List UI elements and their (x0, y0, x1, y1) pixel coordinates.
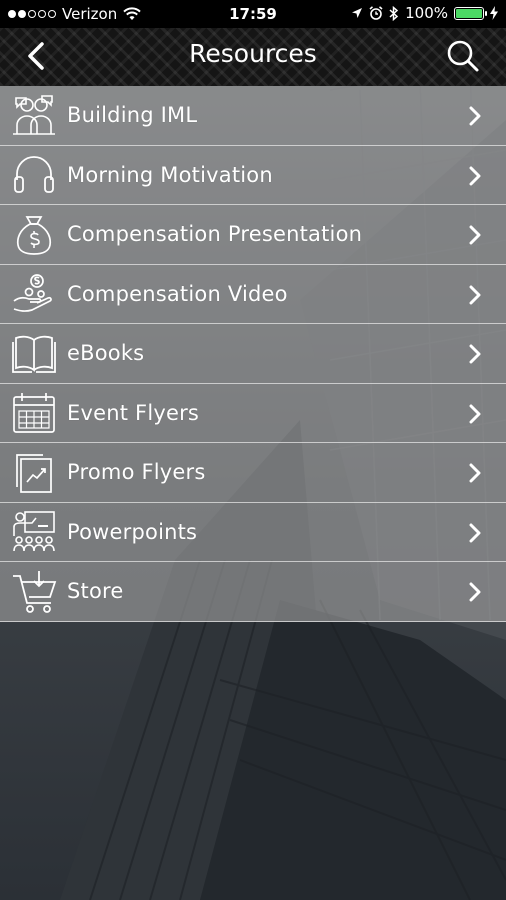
presentation-audience-icon (11, 509, 57, 555)
menu-item-label: Event Flyers (67, 400, 200, 425)
menu-item-compensation-presentation[interactable]: Compensation Presentation (0, 205, 506, 265)
menu-item-promo-flyers[interactable]: Promo Flyers (0, 443, 506, 503)
resources-list: Building IML Morning Motivation Compensa… (0, 86, 506, 622)
team-people-icon (11, 92, 57, 138)
headphones-icon (11, 152, 57, 198)
battery-percent: 100% (405, 4, 448, 22)
alarm-clock-icon (369, 6, 383, 20)
menu-item-label: Compensation Video (67, 281, 288, 306)
menu-item-building-iml[interactable]: Building IML (0, 86, 506, 146)
shopping-cart-icon (11, 568, 57, 614)
menu-item-label: Promo Flyers (67, 460, 206, 485)
menu-item-event-flyers[interactable]: Event Flyers (0, 383, 506, 443)
bluetooth-icon (389, 5, 399, 21)
charging-bolt-icon (490, 6, 498, 20)
menu-item-label: Building IML (67, 103, 198, 128)
chevron-right-icon (468, 523, 482, 543)
menu-item-label: eBooks (67, 341, 145, 366)
navigation-bar: Resources (0, 28, 506, 86)
chevron-right-icon (468, 166, 482, 186)
menu-item-store[interactable]: Store (0, 562, 506, 622)
calendar-icon (11, 390, 57, 436)
menu-item-powerpoints[interactable]: Powerpoints (0, 502, 506, 562)
money-bag-icon (11, 211, 57, 257)
battery-icon (454, 6, 487, 20)
menu-item-label: Powerpoints (67, 519, 198, 544)
chevron-right-icon (468, 344, 482, 364)
chevron-right-icon (468, 225, 482, 245)
search-button[interactable] (446, 39, 480, 73)
chevron-right-icon (468, 582, 482, 602)
menu-item-compensation-video[interactable]: Compensation Video (0, 264, 506, 324)
menu-item-morning-motivation[interactable]: Morning Motivation (0, 145, 506, 205)
flyer-chart-icon (11, 449, 57, 495)
menu-item-label: Compensation Presentation (67, 222, 363, 247)
hand-coins-icon (11, 271, 57, 317)
status-bar: Verizon 17:59 100% (0, 0, 506, 28)
menu-item-ebooks[interactable]: eBooks (0, 324, 506, 384)
chevron-right-icon (468, 463, 482, 483)
location-arrow-icon (352, 8, 363, 18)
chevron-right-icon (468, 106, 482, 126)
search-icon (447, 40, 479, 72)
chevron-right-icon (468, 285, 482, 305)
menu-item-label: Morning Motivation (67, 162, 273, 187)
menu-item-label: Store (67, 579, 124, 604)
page-title: Resources (189, 39, 317, 68)
chevron-right-icon (468, 404, 482, 424)
open-book-icon (11, 330, 57, 376)
